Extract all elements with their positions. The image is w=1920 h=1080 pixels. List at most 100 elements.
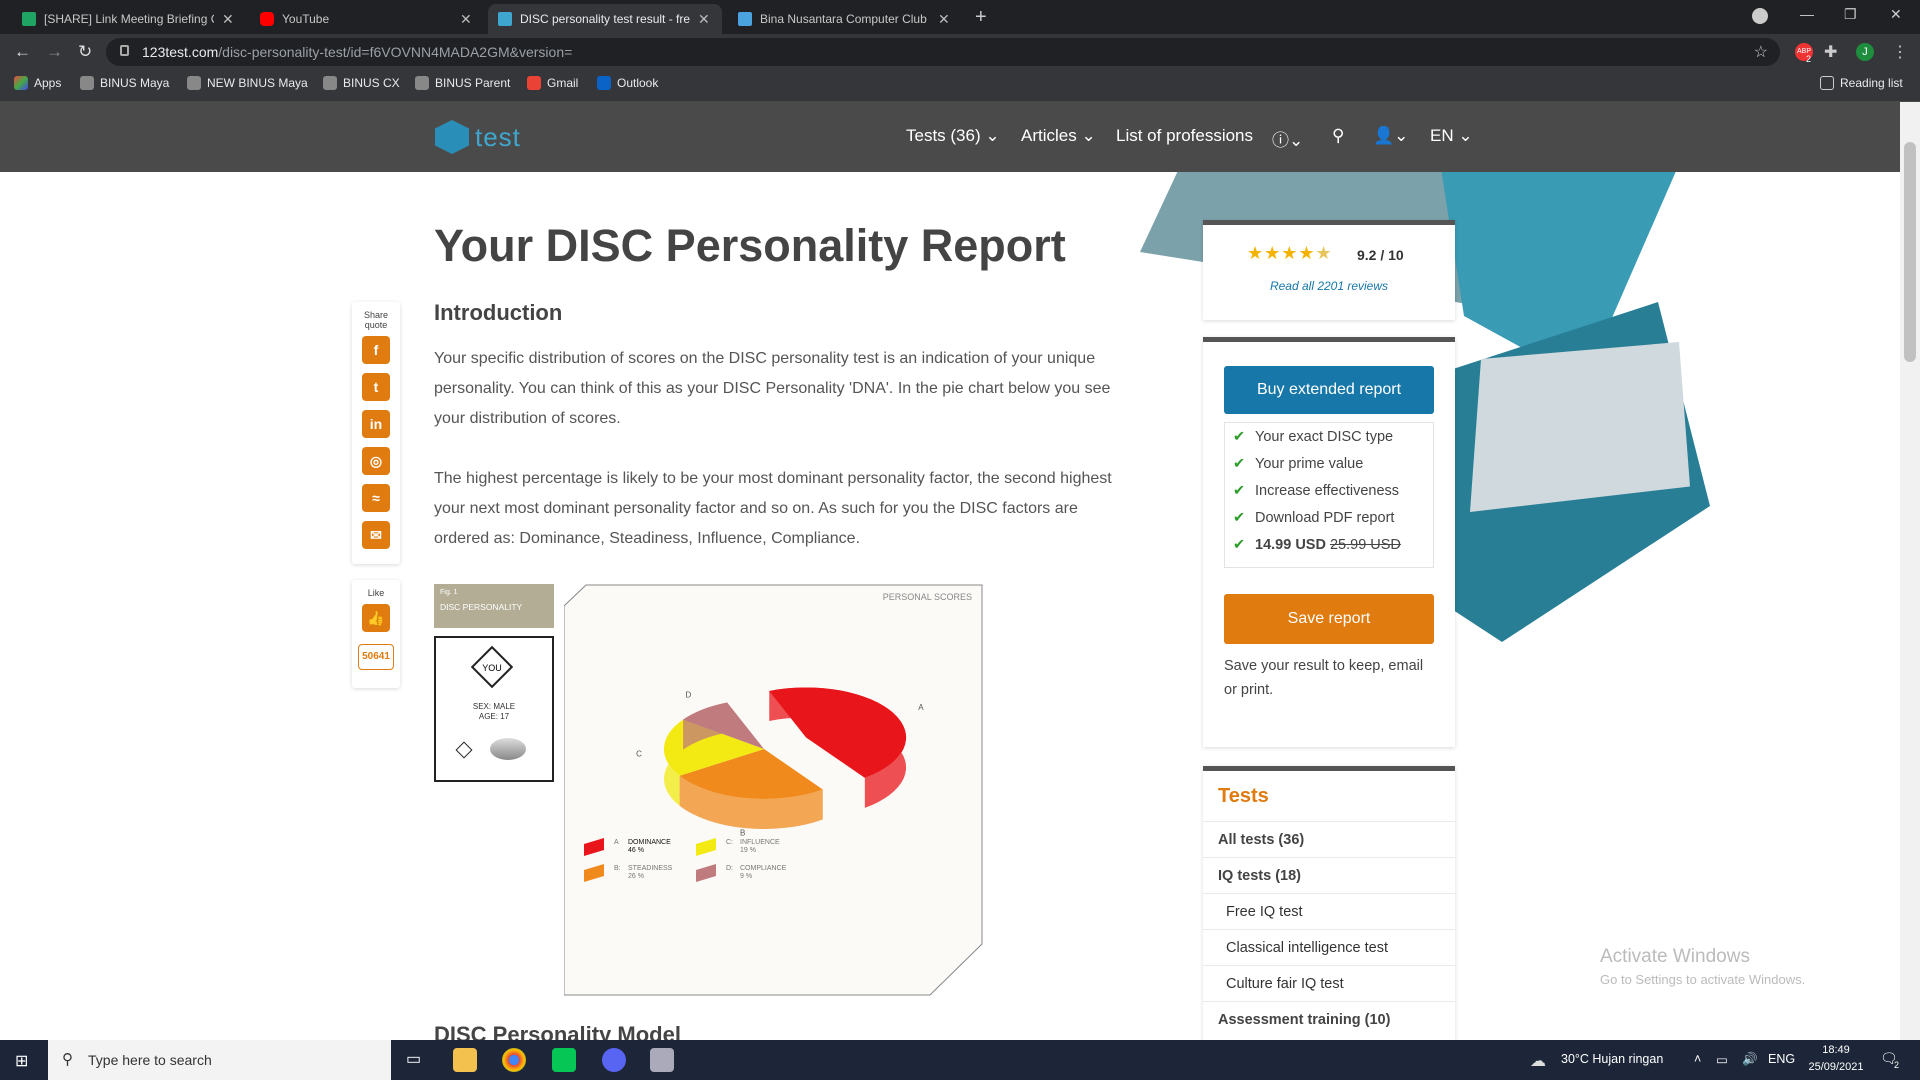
nav-language[interactable]: EN ⌄ [1430, 126, 1473, 146]
network-icon[interactable]: ▭ [1716, 1052, 1728, 1067]
extensions-icon[interactable]: ✚ [1824, 42, 1837, 62]
tests-panel: Tests All tests (36) IQ tests (18) Free … [1203, 766, 1455, 1040]
tests-link-iq[interactable]: IQ tests (18) [1203, 857, 1455, 893]
nav-label: Tests (36) [906, 126, 981, 145]
tab-disc[interactable]: DISC personality test result - free ✕ [488, 4, 722, 34]
tab-bar: [SHARE] Link Meeting Briefing C ✕ YouTub… [0, 0, 1920, 34]
app-icon[interactable] [650, 1048, 674, 1072]
reviews-link[interactable]: Read all 2201 reviews [1203, 279, 1455, 293]
notification-count: 2 [1894, 1060, 1900, 1070]
bookmark-outlook[interactable]: Outlook [597, 76, 658, 90]
twitter-icon[interactable]: t [362, 373, 390, 401]
forward-icon[interactable]: → [46, 42, 63, 62]
task-view-icon[interactable]: ▭ [406, 1049, 421, 1069]
star-icon[interactable]: ☆ [1754, 42, 1768, 62]
bookmark-gmail[interactable]: Gmail [527, 76, 578, 90]
discord-icon[interactable] [602, 1048, 626, 1072]
tab-search-icon[interactable] [1752, 8, 1768, 24]
clock-date[interactable]: 25/09/2021 [1800, 1061, 1872, 1073]
close-icon[interactable]: ✕ [460, 11, 472, 28]
age-label: AGE: 17 [478, 712, 510, 721]
address-bar-row: ← → ↻ 123test.com/disc-personality-test/… [0, 34, 1920, 70]
email-icon[interactable]: ✉ [362, 521, 390, 549]
thumbs-up-icon[interactable]: 👍 [362, 604, 390, 632]
bookmark-apps[interactable]: Apps [14, 76, 61, 90]
chrome-icon[interactable] [502, 1048, 526, 1072]
tab-sheets[interactable]: [SHARE] Link Meeting Briefing C ✕ [12, 4, 246, 34]
menu-icon[interactable]: ⋮ [1892, 42, 1908, 62]
tests-link-all[interactable]: All tests (36) [1203, 821, 1455, 857]
tab-youtube[interactable]: YouTube ✕ [250, 4, 484, 34]
bookmark-label: Gmail [547, 76, 579, 90]
tests-link-free-iq[interactable]: Free IQ test [1203, 893, 1455, 929]
profile-avatar[interactable]: J [1856, 43, 1874, 61]
facebook-icon[interactable]: f [362, 336, 390, 364]
messenger-icon[interactable]: ≈ [362, 484, 390, 512]
new-tab-icon[interactable]: + [975, 6, 987, 29]
bookmark-binus-cx[interactable]: BINUS CX [323, 76, 400, 90]
clock-time[interactable]: 18:49 [1808, 1044, 1864, 1056]
tab-binus[interactable]: Bina Nusantara Computer Club - ✕ [728, 4, 962, 34]
file-explorer-icon[interactable] [453, 1048, 477, 1072]
tests-link-culture-fair[interactable]: Culture fair IQ test [1203, 965, 1455, 1001]
save-report-button[interactable]: Save report [1224, 594, 1434, 644]
feature-item: Your prime value [1225, 456, 1433, 483]
tab-title: YouTube [282, 12, 330, 26]
buy-extended-report-button[interactable]: Buy extended report [1224, 366, 1434, 414]
reading-list-icon [1820, 76, 1834, 90]
bookmark-new-binus-maya[interactable]: NEW BINUS Maya [187, 76, 308, 90]
sheets-icon [22, 12, 36, 26]
tests-link-classical[interactable]: Classical intelligence test [1203, 929, 1455, 965]
legend-letter: C: [726, 839, 733, 846]
search-icon[interactable]: ⚲ [1332, 126, 1344, 146]
tests-link-assessment[interactable]: Assessment training (10) [1203, 1001, 1455, 1037]
activate-windows-title: Activate Windows [1600, 946, 1750, 967]
bookmark-binus-parent[interactable]: BINUS Parent [415, 76, 510, 90]
close-icon[interactable]: ✕ [222, 11, 234, 28]
lock-icon [120, 45, 129, 56]
legend-name: STEADINESS [628, 865, 673, 872]
linkedin-icon[interactable]: in [362, 410, 390, 438]
scrollbar-thumb[interactable] [1904, 142, 1916, 362]
close-icon[interactable]: ✕ [698, 11, 710, 28]
binus-icon [80, 76, 94, 90]
user-icon[interactable]: 👤⌄ [1373, 126, 1408, 146]
close-icon[interactable]: ✕ [938, 11, 950, 28]
apps-icon [14, 76, 28, 90]
feature-item: Download PDF report [1225, 510, 1433, 537]
line-icon[interactable] [552, 1048, 576, 1072]
info-icon[interactable]: ⓘ⌄ [1272, 126, 1303, 151]
site-logo[interactable]: test [435, 120, 521, 154]
nav-professions[interactable]: List of professions [1116, 126, 1253, 146]
close-window-icon[interactable]: ✕ [1890, 6, 1902, 23]
minimize-icon[interactable]: — [1800, 6, 1814, 22]
site-header: test Tests (36) ⌄ Articles ⌄ List of pro… [0, 102, 1900, 172]
url-path: /disc-personality-test/id=f6VOVNN4MADA2G… [218, 44, 573, 60]
instagram-icon[interactable]: ◎ [362, 447, 390, 475]
volume-icon[interactable]: 🔊 [1742, 1052, 1758, 1067]
reload-icon[interactable]: ↻ [78, 42, 92, 62]
mini-pie-icon [490, 738, 526, 760]
rating-box: ★★★★★ 9.2 / 10 Read all 2201 reviews [1203, 220, 1455, 320]
weather-cloud-icon: ☁ [1530, 1053, 1546, 1070]
restore-icon[interactable]: ❐ [1844, 6, 1857, 23]
order-paragraph: The highest percentage is likely to be y… [434, 470, 1112, 547]
windows-start-icon[interactable]: ⊞ [15, 1051, 28, 1071]
tests-heading: Tests [1218, 785, 1269, 807]
share-label: Share quote [363, 310, 389, 330]
tray-arrow-icon[interactable]: ˄ [1694, 1052, 1701, 1066]
weather-text[interactable]: 30°C Hujan ringan [1561, 1052, 1663, 1066]
back-icon[interactable]: ← [14, 42, 31, 62]
pie-chart: PERSONAL SCORES A B C D A DOMINANCE46 % B: STE… [564, 584, 983, 996]
scrollbar[interactable] [1900, 102, 1920, 1040]
nav-articles[interactable]: Articles ⌄ [1021, 126, 1096, 146]
language-indicator[interactable]: ENG [1768, 1052, 1795, 1066]
nav-tests[interactable]: Tests (36) ⌄ [906, 126, 1000, 146]
legend-letter: B: [614, 865, 621, 872]
taskbar-search[interactable]: ⚲ Type here to search [48, 1040, 391, 1080]
legend-percent: 9 % [740, 873, 752, 880]
reading-list[interactable]: Reading list [1820, 76, 1903, 90]
bookmark-binus-maya[interactable]: BINUS Maya [80, 76, 169, 90]
url-input[interactable]: 123test.com/disc-personality-test/id=f6V… [106, 38, 1780, 66]
logo-text: test [475, 121, 521, 152]
